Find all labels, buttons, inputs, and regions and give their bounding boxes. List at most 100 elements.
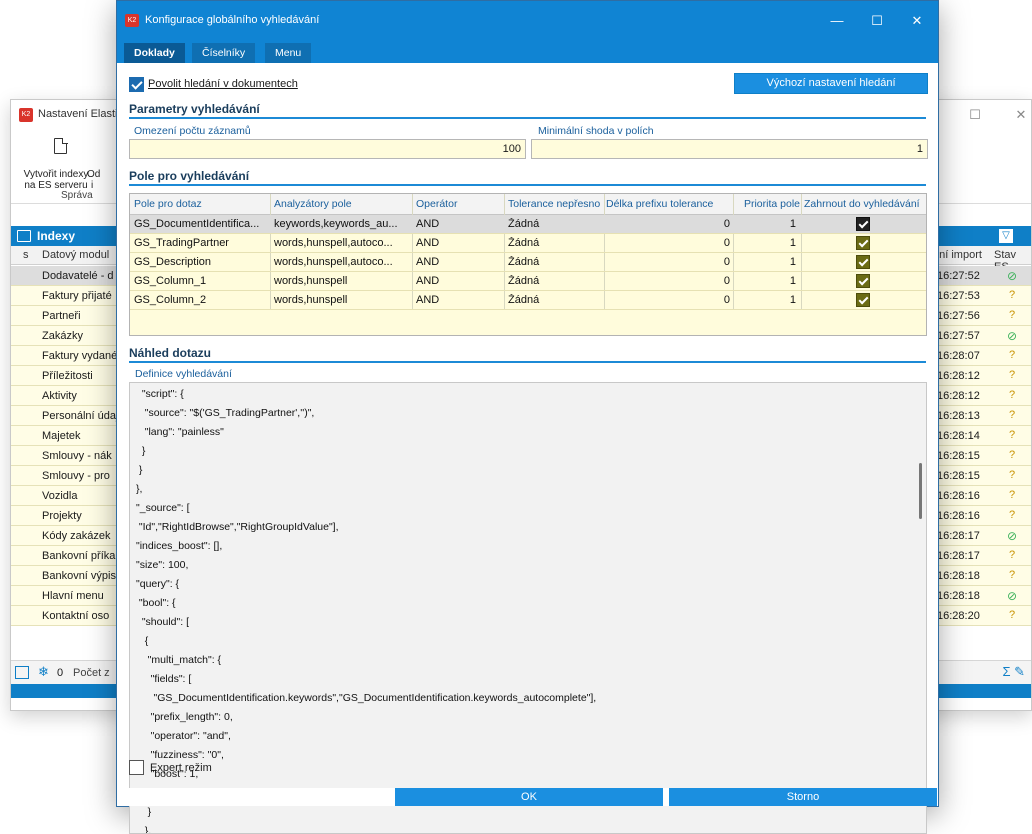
snowflake-icon[interactable]: ❄ bbox=[38, 664, 49, 680]
cell-tolerance[interactable]: Žádná bbox=[508, 256, 602, 268]
cell-priority[interactable]: 1 bbox=[736, 256, 796, 268]
enable-search-label[interactable]: Povolit hledání v dokumentech bbox=[148, 78, 298, 90]
row-import-time: 16:28:17 bbox=[937, 530, 980, 542]
row-module: Příležitosti bbox=[42, 370, 93, 382]
grid-row[interactable]: GS_TradingPartner words,hunspell,autoco..… bbox=[130, 234, 926, 253]
status-unknown-icon: ? bbox=[1008, 369, 1016, 381]
row-module: Smlouvy - pro bbox=[42, 470, 110, 482]
expert-mode-label[interactable]: Expert režim bbox=[150, 762, 212, 774]
row-module: Hlavní menu bbox=[42, 590, 104, 602]
include-checkbox[interactable] bbox=[856, 217, 870, 231]
enable-search-checkbox[interactable] bbox=[129, 77, 144, 92]
book-icon[interactable] bbox=[15, 666, 29, 679]
code-line: "operator": "and", bbox=[136, 730, 231, 742]
cell-field[interactable]: GS_Column_1 bbox=[134, 275, 268, 287]
cell-field[interactable]: GS_Column_2 bbox=[134, 294, 268, 306]
tab-menu[interactable]: Menu bbox=[265, 43, 312, 63]
row-module: Kódy zakázek bbox=[42, 530, 111, 542]
expert-mode-checkbox[interactable] bbox=[129, 760, 144, 775]
code-line: "should": [ bbox=[136, 616, 189, 628]
cell-tolerance[interactable]: Žádná bbox=[508, 275, 602, 287]
cell-analyzers[interactable]: words,hunspell,autoco... bbox=[274, 237, 410, 249]
close-icon[interactable]: ✕ bbox=[897, 10, 937, 32]
cell-analyzers[interactable]: words,hunspell,autoco... bbox=[274, 256, 410, 268]
cell-operator[interactable]: AND bbox=[416, 256, 502, 268]
col-include[interactable]: Zahrnout do vyhledávání bbox=[804, 198, 928, 210]
cell-priority[interactable]: 1 bbox=[736, 294, 796, 306]
status-tools-icon[interactable]: Σ ✎ bbox=[1002, 664, 1025, 680]
cell-prefix[interactable]: 0 bbox=[606, 256, 730, 268]
cell-field[interactable]: GS_DocumentIdentifica... bbox=[134, 218, 268, 230]
code-line: "query": { bbox=[136, 578, 180, 590]
row-module: Smlouvy - nák bbox=[42, 450, 112, 462]
col-module[interactable]: Datový modul bbox=[42, 249, 109, 261]
grid-row[interactable]: GS_Column_2 words,hunspell AND Žádná 0 1 bbox=[130, 291, 926, 310]
cell-analyzers[interactable]: keywords,keywords_au... bbox=[274, 218, 410, 230]
include-checkbox[interactable] bbox=[856, 255, 870, 269]
default-settings-button[interactable]: Výchozí nastavení hledání bbox=[734, 73, 928, 94]
cell-tolerance[interactable]: Žádná bbox=[508, 237, 602, 249]
cell-operator[interactable]: AND bbox=[416, 275, 502, 287]
grid-row[interactable]: GS_DocumentIdentifica... keywords,keyword… bbox=[130, 215, 926, 234]
cell-operator[interactable]: AND bbox=[416, 237, 502, 249]
cell-analyzers[interactable]: words,hunspell bbox=[274, 294, 410, 306]
col-s[interactable]: s bbox=[23, 249, 29, 261]
min-match-input[interactable]: 1 bbox=[531, 139, 928, 159]
maximize-icon[interactable]: ☐ bbox=[857, 10, 897, 32]
cell-field[interactable]: GS_Description bbox=[134, 256, 268, 268]
scrollbar-thumb[interactable] bbox=[919, 463, 922, 519]
close-icon[interactable]: ✕ bbox=[1001, 104, 1032, 126]
cell-priority[interactable]: 1 bbox=[736, 237, 796, 249]
cell-tolerance[interactable]: Žádná bbox=[508, 218, 602, 230]
tab-doklady[interactable]: Doklady bbox=[124, 43, 185, 63]
grid-header: Pole pro dotaz Analyzátory pole Operátor… bbox=[130, 194, 926, 215]
col-operator[interactable]: Operátor bbox=[416, 198, 502, 210]
row-module: Bankovní příka bbox=[42, 550, 116, 562]
status-count: 0 bbox=[57, 667, 64, 679]
col-field[interactable]: Pole pro dotaz bbox=[134, 198, 269, 210]
tab-ciselniky[interactable]: Číselníky bbox=[192, 43, 256, 63]
include-checkbox[interactable] bbox=[856, 274, 870, 288]
grid-row[interactable]: GS_Column_1 words,hunspell AND Žádná 0 1 bbox=[130, 272, 926, 291]
new-document-icon bbox=[54, 137, 68, 154]
col-priority[interactable]: Priorita pole bbox=[736, 198, 800, 210]
include-checkbox[interactable] bbox=[856, 236, 870, 250]
include-checkbox[interactable] bbox=[856, 293, 870, 307]
row-import-time: 16:28:15 bbox=[937, 450, 980, 462]
grid-row[interactable]: GS_Description words,hunspell,autoco... AN… bbox=[130, 253, 926, 272]
cell-prefix[interactable]: 0 bbox=[606, 275, 730, 287]
filter-icon[interactable]: ▽ bbox=[999, 229, 1013, 243]
minimize-icon[interactable]: — bbox=[817, 10, 857, 32]
row-import-time: 16:27:57 bbox=[937, 330, 980, 342]
col-prefix[interactable]: Délka prefixu tolerance bbox=[606, 198, 734, 210]
cell-analyzers[interactable]: words,hunspell bbox=[274, 275, 410, 287]
pane-title: Indexy bbox=[37, 229, 76, 243]
cell-tolerance[interactable]: Žádná bbox=[508, 294, 602, 306]
row-import-time: 16:28:16 bbox=[937, 490, 980, 502]
cell-operator[interactable]: AND bbox=[416, 294, 502, 306]
cell-prefix[interactable]: 0 bbox=[606, 218, 730, 230]
dialog-title: Konfigurace globálního vyhledávání bbox=[145, 14, 320, 26]
cancel-button[interactable]: Storno bbox=[669, 788, 937, 806]
row-import-time: 16:28:18 bbox=[937, 570, 980, 582]
cell-field[interactable]: GS_TradingPartner bbox=[134, 237, 268, 249]
ribbon-other-button[interactable]: Od i bbox=[87, 169, 100, 191]
cell-operator[interactable]: AND bbox=[416, 218, 502, 230]
row-module: Aktivity bbox=[42, 390, 77, 402]
col-import[interactable]: dní import bbox=[933, 249, 982, 261]
footer-buttons: OK Storno bbox=[117, 788, 938, 806]
cell-prefix[interactable]: 0 bbox=[606, 294, 730, 306]
row-import-time: 16:27:52 bbox=[937, 270, 980, 282]
cell-priority[interactable]: 1 bbox=[736, 218, 796, 230]
limit-input[interactable]: 100 bbox=[129, 139, 526, 159]
ok-button[interactable]: OK bbox=[395, 788, 663, 806]
maximize-icon[interactable]: ☐ bbox=[955, 104, 995, 126]
status-unknown-icon: ? bbox=[1008, 569, 1016, 581]
status-unknown-icon: ? bbox=[1008, 309, 1016, 321]
cell-priority[interactable]: 1 bbox=[736, 275, 796, 287]
cell-prefix[interactable]: 0 bbox=[606, 237, 730, 249]
code-line: } bbox=[136, 464, 143, 476]
col-analyzers[interactable]: Analyzátory pole bbox=[274, 198, 410, 210]
query-definition-editor[interactable]: "script": { "source": "$('GS_TradingPart… bbox=[129, 382, 927, 834]
col-tolerance[interactable]: Tolerance nepřesno bbox=[508, 198, 604, 210]
